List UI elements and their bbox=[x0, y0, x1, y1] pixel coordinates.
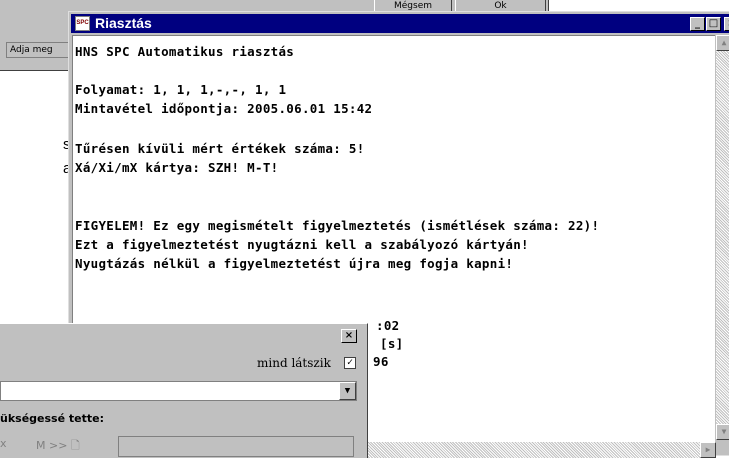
alert-line: Mintavétel időpontja: 2005.06.01 15:42 bbox=[75, 101, 373, 116]
scroll-right-icon[interactable]: ▶ bbox=[700, 442, 716, 458]
maximize-button[interactable]: □ bbox=[706, 17, 721, 31]
alert-titlebar[interactable]: SPC Riasztás _ □ × bbox=[71, 14, 729, 33]
partial-label: x bbox=[0, 437, 7, 450]
prompt-label: Adja meg bbox=[6, 42, 70, 58]
filter-combo[interactable]: ▼ bbox=[0, 381, 357, 401]
show-all-label: mind látszik bbox=[257, 356, 331, 370]
filter-dialog: × mind látszik ✓ ▼ ükségessé tette: x M … bbox=[0, 323, 368, 458]
alert-line: FIGYELEM! Ez egy megismételt figyelmezte… bbox=[75, 218, 600, 233]
scroll-up-icon[interactable]: ▲ bbox=[716, 35, 729, 51]
alert-line: Tűrésen kívüli mért értékek száma: 5! bbox=[75, 141, 365, 156]
dialog-close-button[interactable]: × bbox=[341, 329, 357, 343]
alert-line-partial: :02 bbox=[376, 318, 400, 333]
alert-line: HNS SPC Automatikus riasztás bbox=[75, 44, 295, 59]
scroll-down-icon[interactable]: ▼ bbox=[716, 424, 729, 440]
alert-line: Folyamat: 1, 1, 1,-,-, 1, 1 bbox=[75, 82, 287, 97]
alert-line: Xá/Xi/mX kártya: SZH! M-T! bbox=[75, 160, 279, 175]
reference-field[interactable] bbox=[118, 436, 354, 457]
made-necessary-label: ükségessé tette: bbox=[0, 412, 104, 425]
alert-title: Riasztás bbox=[95, 15, 152, 31]
alert-line-partial: 96 bbox=[373, 354, 389, 369]
navigation-buttons[interactable]: M >> 🗋 bbox=[36, 436, 116, 456]
alert-line: Ezt a figyelmeztetést nyugtázni kell a s… bbox=[75, 237, 529, 252]
chevron-down-icon[interactable]: ▼ bbox=[339, 382, 356, 400]
close-button[interactable]: × bbox=[724, 17, 729, 31]
alert-line-partial: [s] bbox=[380, 336, 404, 351]
alert-line: Nyugtázás nélkül a figyelmeztetést újra … bbox=[75, 256, 514, 271]
minimize-button[interactable]: _ bbox=[690, 17, 705, 31]
app-icon: SPC bbox=[75, 16, 90, 31]
show-all-checkbox[interactable]: ✓ bbox=[344, 357, 356, 369]
vertical-scrollbar[interactable]: ▲ ▼ bbox=[716, 35, 729, 440]
